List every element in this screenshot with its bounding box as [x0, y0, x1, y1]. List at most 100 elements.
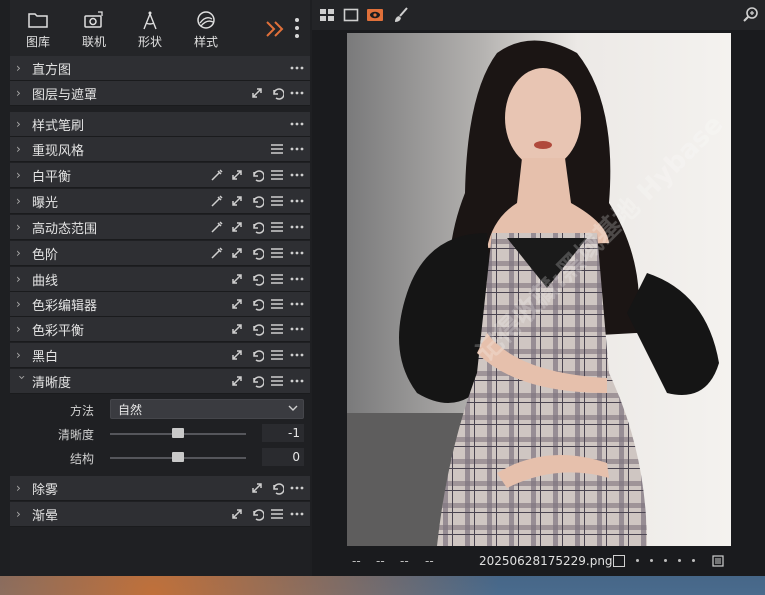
tool-row-levels[interactable]: › 色阶: [10, 241, 310, 266]
tool-row-black-white[interactable]: › 黑白: [10, 343, 310, 368]
more-icon[interactable]: [290, 481, 304, 495]
expand-icon[interactable]: [230, 220, 244, 234]
expand-icon[interactable]: [230, 507, 244, 521]
reset-icon[interactable]: [250, 272, 264, 286]
more-icon[interactable]: [290, 117, 304, 131]
expand-icon[interactable]: [250, 481, 264, 495]
presets-icon[interactable]: [270, 507, 284, 521]
tool-name: 重现风格: [32, 144, 85, 159]
more-icon[interactable]: [290, 61, 304, 75]
presets-icon[interactable]: [270, 246, 284, 260]
tab-shape[interactable]: 形状: [126, 6, 174, 54]
tool-row-clarity[interactable]: › 清晰度: [10, 369, 310, 394]
clarity-slider-thumb[interactable]: [172, 428, 184, 438]
tool-name: 色彩平衡: [32, 324, 85, 339]
presets-icon[interactable]: [270, 272, 284, 286]
method-select[interactable]: 自然: [110, 399, 304, 419]
reset-icon[interactable]: [270, 481, 284, 495]
single-view-button[interactable]: [342, 6, 360, 24]
more-icon[interactable]: [290, 168, 304, 182]
expand-icon[interactable]: [230, 194, 244, 208]
rating-dot[interactable]: [636, 559, 639, 562]
list-menu-icon[interactable]: [712, 555, 724, 567]
expand-icon[interactable]: [230, 374, 244, 388]
expand-icon[interactable]: [250, 86, 264, 100]
more-icon[interactable]: [290, 220, 304, 234]
picker-icon[interactable]: [210, 194, 224, 208]
tool-row-vignetting[interactable]: › 渐晕: [10, 502, 310, 527]
reset-icon[interactable]: [250, 374, 264, 388]
more-icon[interactable]: [290, 322, 304, 336]
picker-icon[interactable]: [210, 246, 224, 260]
tab-tether[interactable]: 联机: [70, 6, 118, 54]
expand-icon[interactable]: [230, 322, 244, 336]
zoom-button[interactable]: [742, 6, 760, 24]
tool-row-curves[interactable]: › 曲线: [10, 267, 310, 292]
presets-icon[interactable]: [270, 194, 284, 208]
tool-row-style-brush[interactable]: › 样式笔刷: [10, 112, 310, 137]
photo-canvas[interactable]: 记得收藏:黑域基地 Hybase: [347, 33, 731, 546]
picker-icon[interactable]: [210, 168, 224, 182]
panel-menu-button[interactable]: [292, 16, 302, 42]
more-icon[interactable]: [290, 374, 304, 388]
presets-icon[interactable]: [270, 374, 284, 388]
tool-row-reproduce-style[interactable]: › 重现风格: [10, 137, 310, 162]
rating-box[interactable]: [613, 555, 625, 567]
more-icon[interactable]: [290, 194, 304, 208]
more-icon[interactable]: [290, 246, 304, 260]
expand-icon[interactable]: [230, 168, 244, 182]
reset-icon[interactable]: [270, 86, 284, 100]
more-icon[interactable]: [290, 297, 304, 311]
reset-icon[interactable]: [250, 507, 264, 521]
expand-icon[interactable]: [230, 348, 244, 362]
tool-row-dehaze[interactable]: › 除雾: [10, 476, 310, 501]
expand-icon[interactable]: [230, 272, 244, 286]
tool-row-white-balance[interactable]: › 白平衡: [10, 163, 310, 188]
picker-icon[interactable]: [210, 220, 224, 234]
grid-view-button[interactable]: [318, 6, 336, 24]
tool-row-histogram[interactable]: › 直方图: [10, 56, 310, 81]
chevron-right-icon: ›: [16, 297, 21, 311]
reset-icon[interactable]: [250, 348, 264, 362]
status-dash-3: --: [400, 554, 409, 568]
tool-row-exposure[interactable]: › 曝光: [10, 189, 310, 214]
reset-icon[interactable]: [250, 220, 264, 234]
chevron-right-icon: ›: [16, 322, 21, 336]
tool-row-layers-masks[interactable]: › 图层与遮罩: [10, 81, 310, 106]
rating-dot[interactable]: [650, 559, 653, 562]
tool-row-color-editor[interactable]: › 色彩编辑器: [10, 292, 310, 317]
viewer-mode-button[interactable]: [366, 6, 384, 24]
structure-value-input[interactable]: 0: [262, 448, 304, 466]
structure-slider-thumb[interactable]: [172, 452, 184, 462]
presets-icon[interactable]: [270, 348, 284, 362]
rating-dot[interactable]: [678, 559, 681, 562]
reset-icon[interactable]: [250, 246, 264, 260]
tool-row-color-balance[interactable]: › 色彩平衡: [10, 317, 310, 342]
rating-dot[interactable]: [692, 559, 695, 562]
tool-row-hdr[interactable]: › 高动态范围: [10, 215, 310, 240]
tool-name: 除雾: [32, 483, 59, 498]
tab-library[interactable]: 图库: [14, 6, 62, 54]
presets-icon[interactable]: [270, 142, 284, 156]
more-icon[interactable]: [290, 272, 304, 286]
clarity-value-input[interactable]: -1: [262, 424, 304, 442]
rating-dot[interactable]: [664, 559, 667, 562]
brush-tool-button[interactable]: [392, 6, 410, 24]
more-icon[interactable]: [290, 86, 304, 100]
reset-icon[interactable]: [250, 297, 264, 311]
presets-icon[interactable]: [270, 168, 284, 182]
tab-style[interactable]: 样式: [182, 6, 230, 54]
presets-icon[interactable]: [270, 297, 284, 311]
expand-icon[interactable]: [230, 246, 244, 260]
chevron-right-icon: ›: [16, 168, 21, 182]
more-tabs-button[interactable]: [264, 18, 286, 40]
more-icon[interactable]: [290, 142, 304, 156]
more-icon[interactable]: [290, 348, 304, 362]
reset-icon[interactable]: [250, 168, 264, 182]
expand-icon[interactable]: [230, 297, 244, 311]
presets-icon[interactable]: [270, 322, 284, 336]
presets-icon[interactable]: [270, 220, 284, 234]
reset-icon[interactable]: [250, 194, 264, 208]
reset-icon[interactable]: [250, 322, 264, 336]
more-icon[interactable]: [290, 507, 304, 521]
